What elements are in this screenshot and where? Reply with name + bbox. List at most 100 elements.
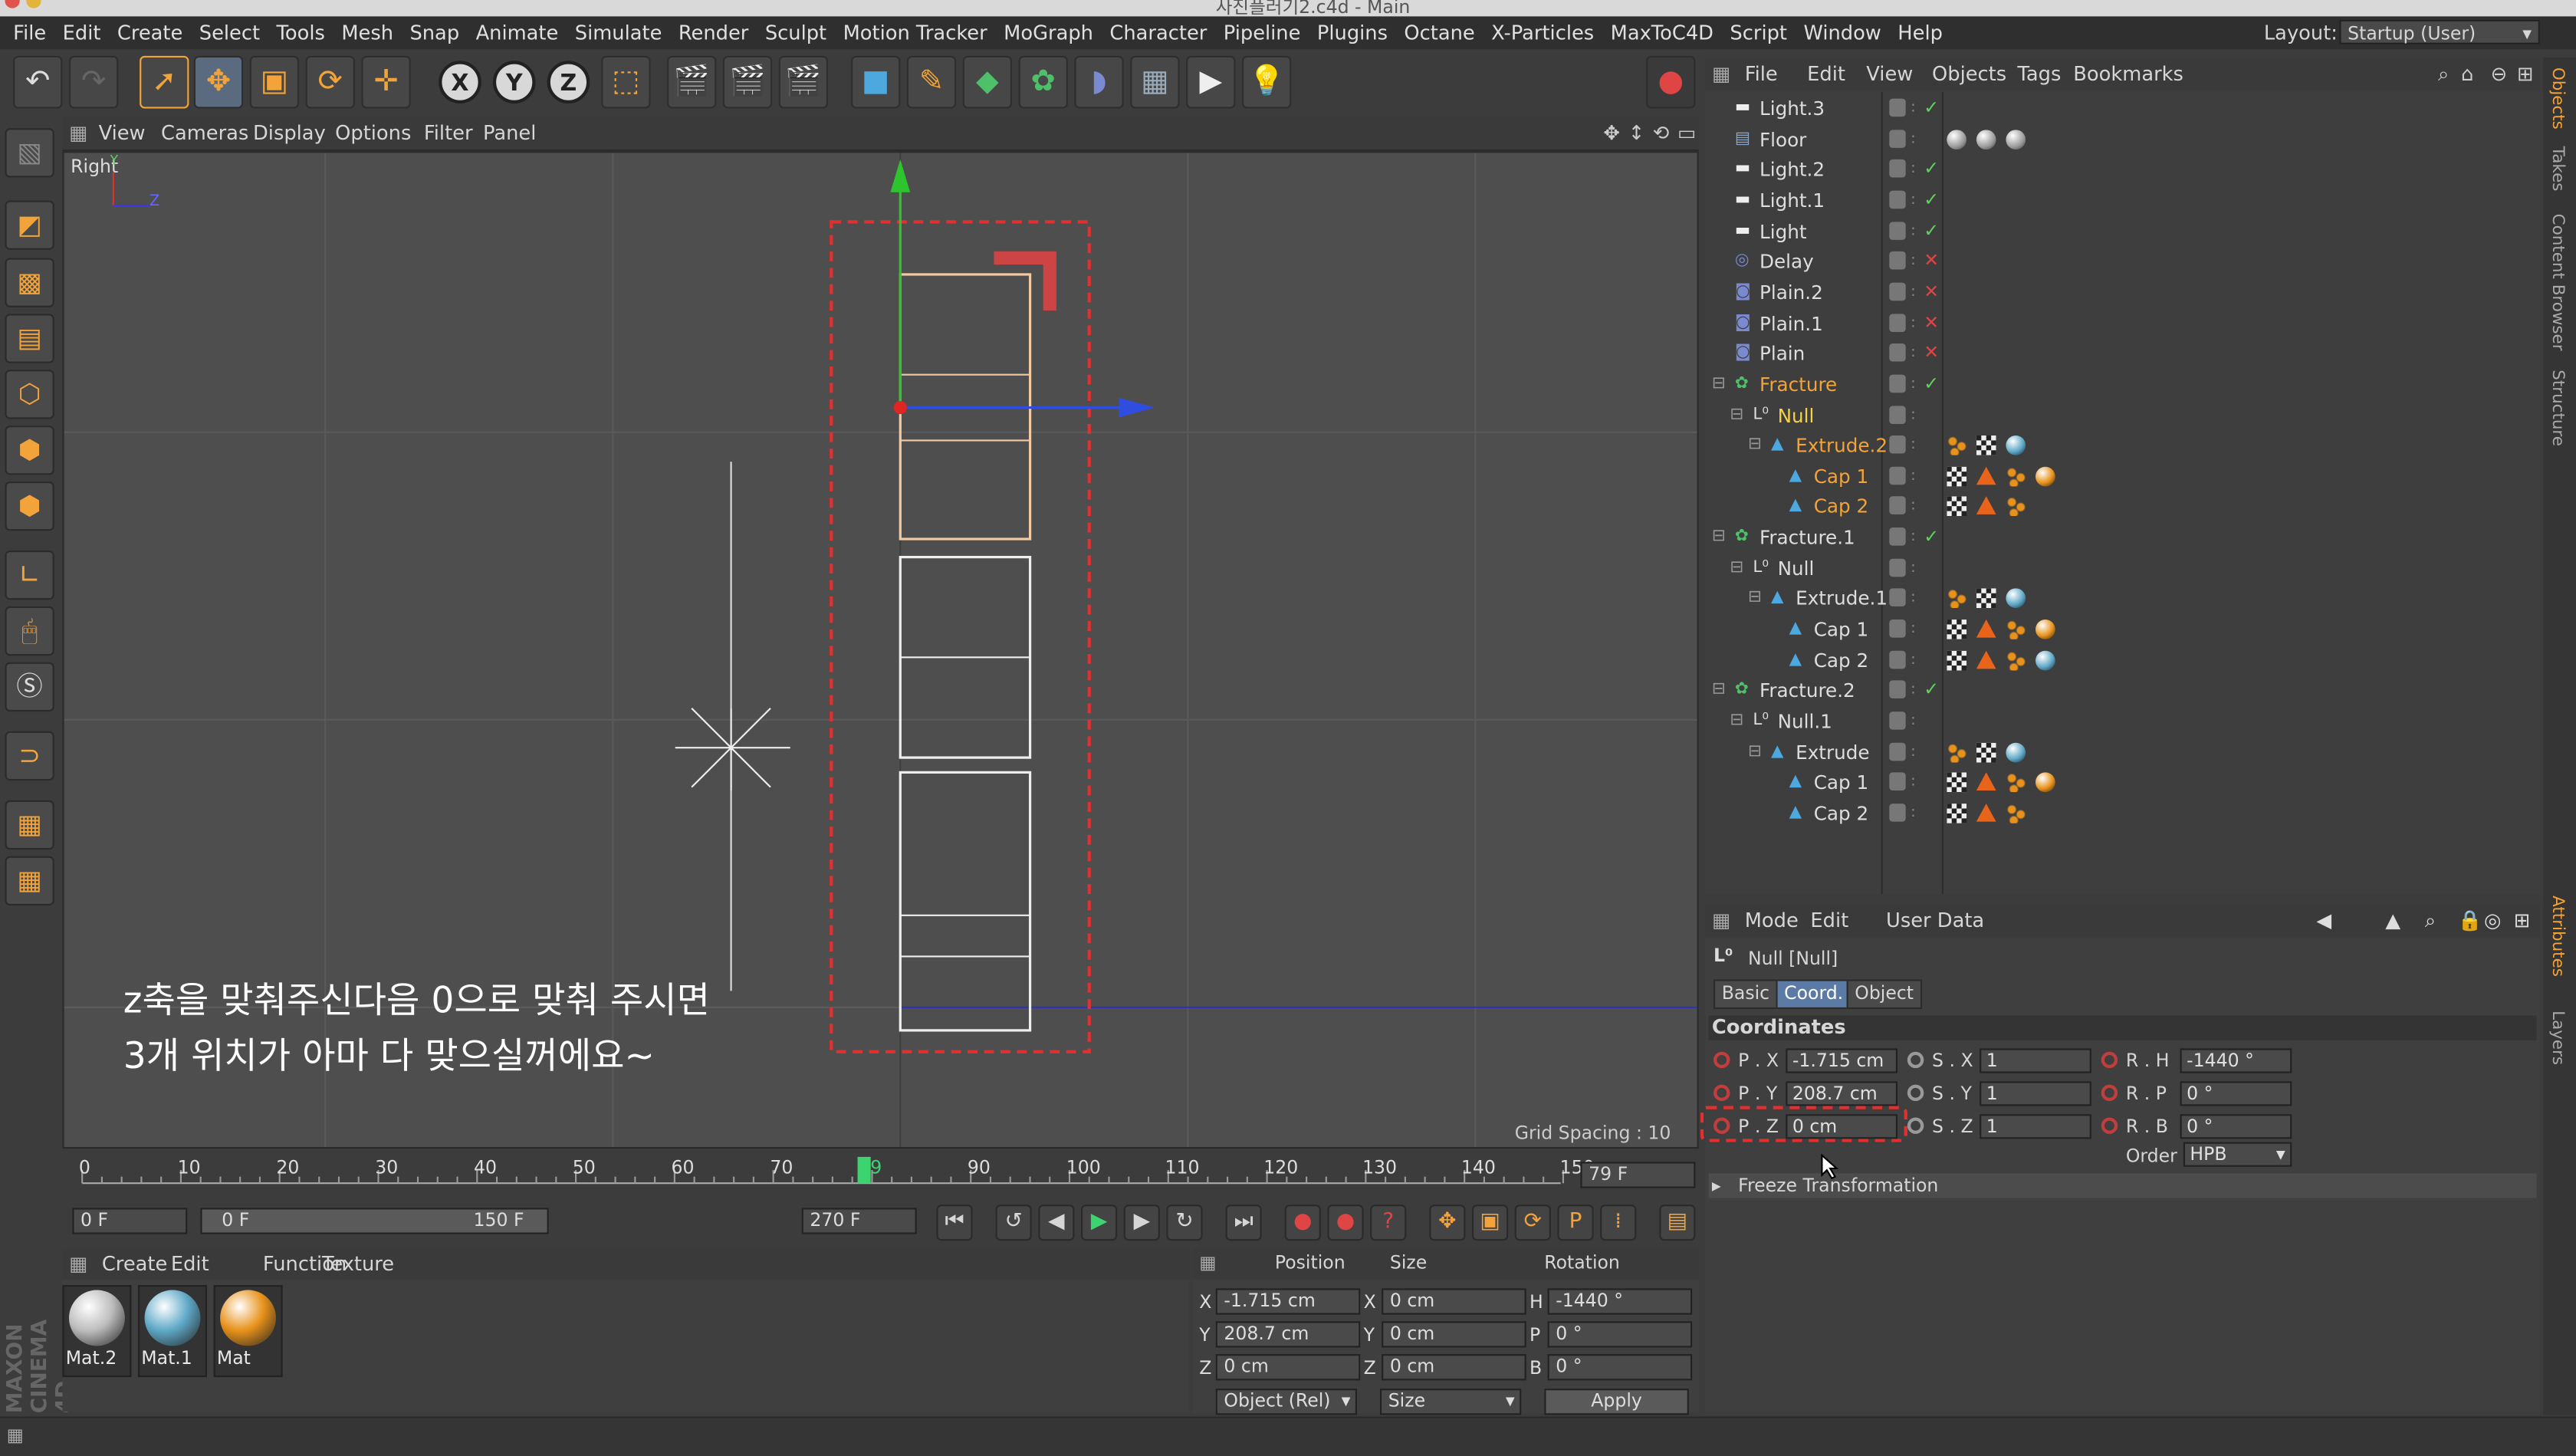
menu-animate[interactable]: Animate [468,18,567,48]
start-frame-field[interactable]: 0 F [72,1208,188,1234]
cloner-icon[interactable]: ✿ [1018,55,1068,109]
coord-size-field[interactable]: 0 cm [1382,1288,1526,1315]
rotate-tool-icon[interactable]: ⟳ [305,55,355,109]
rotation-order-select[interactable]: HPB ▾ [2183,1142,2292,1167]
tag-checker-icon[interactable] [1976,589,1996,609]
tag-grey-icon[interactable] [2006,129,2026,150]
previous-frame-icon[interactable]: ◀ [1038,1205,1075,1241]
material-swatch[interactable]: Mat [213,1285,283,1378]
tree-expand-icon[interactable]: ⊟ [1712,676,1726,706]
tag-checker-icon[interactable] [1976,742,1996,762]
apply-button[interactable]: Apply [1544,1389,1689,1415]
layer-icon[interactable] [1889,313,1906,331]
tag-tri-icon[interactable] [1976,497,1996,515]
menu-pipeline[interactable]: Pipeline [1215,18,1309,48]
attr-tab-coord[interactable]: Coord. [1776,979,1852,1010]
position-field[interactable]: 208.7 cm [1786,1081,1898,1106]
timeline-window-icon[interactable]: ▤ [1659,1205,1696,1241]
timeline-ruler[interactable]: 0102030405060707990100110120130140150 [76,1154,1595,1193]
workplane-lock-icon[interactable]: ▦ [5,800,54,850]
side-tab-attributes[interactable]: Attributes [2548,896,2567,977]
material-menu-edit[interactable]: Edit [171,1249,209,1279]
coord-position-field[interactable]: 0 cm [1215,1354,1361,1381]
layer-icon[interactable] [1889,159,1906,179]
next-key-icon[interactable]: ↻ [1166,1205,1203,1241]
coord-position-field[interactable]: 208.7 cm [1215,1321,1361,1348]
tag-tri-icon[interactable] [1976,650,1996,669]
menu-snap[interactable]: Snap [402,18,468,48]
layer-icon[interactable] [1889,558,1906,577]
visibility-dots-icon[interactable]: : [1911,768,1916,798]
object-menu-edit[interactable]: Edit [1807,58,1845,90]
tag-dots-icon[interactable] [1947,435,1967,456]
menu-create[interactable]: Create [109,18,191,48]
layer-icon[interactable] [1889,435,1906,454]
tag-dots-icon[interactable] [2006,497,2026,517]
home-icon[interactable]: ⌂ [2461,58,2473,90]
viewport-menu-options[interactable]: Options [335,117,411,150]
material-menu-create[interactable]: Create [102,1249,167,1279]
object-row[interactable]: ⊟ ▲ Extrude: [1705,738,2540,767]
minimize-window-icon[interactable] [26,0,41,8]
key-parameter-icon[interactable]: P [1557,1205,1594,1241]
layer-icon[interactable] [1889,589,1906,607]
enabled-status-icon[interactable]: ✓ [1924,186,1939,215]
coordinate-system-icon[interactable]: ⬚ [601,55,651,109]
tree-expand-icon[interactable]: ⊟ [1712,523,1726,553]
side-tab-takes[interactable]: Takes [2548,146,2567,192]
visibility-dots-icon[interactable]: : [1911,339,1916,369]
enabled-status-icon[interactable]: ✓ [1924,676,1939,706]
menu-mesh[interactable]: Mesh [334,18,402,48]
object-row[interactable]: ▲ Cap 2: [1705,799,2540,829]
enabled-status-icon[interactable]: ✕ [1924,308,1939,338]
position-field[interactable]: -1.715 cm [1786,1048,1898,1073]
object-row[interactable]: ⊟ ✿ Fracture.1: ✓ [1705,523,2540,553]
tag-orange-icon[interactable] [2036,466,2055,486]
menu-tools[interactable]: Tools [268,18,334,48]
render-settings-icon[interactable]: 🎬 [778,55,828,109]
keyframe-radio-icon[interactable] [2101,1051,2118,1069]
keyframe-radio-icon[interactable] [1907,1051,1924,1069]
object-row[interactable]: ⊟ ✿ Fracture: ✓ [1705,370,2540,399]
rotation-field[interactable]: 0 ° [2180,1114,2292,1139]
visibility-dots-icon[interactable]: : [1911,676,1916,706]
object-row[interactable]: ▤ Floor: [1705,124,2540,154]
scale-field[interactable]: 1 [1980,1048,2091,1073]
end-frame-field[interactable]: 270 F [801,1208,917,1234]
layer-icon[interactable] [1889,466,1906,485]
previous-key-icon[interactable]: ↺ [995,1205,1032,1241]
menu-character[interactable]: Character [1102,18,1215,48]
search-icon[interactable]: ⌕ [2425,904,2436,937]
object-row[interactable]: ◙ Plain: ✕ [1705,339,2540,369]
tag-checker-icon[interactable] [1947,620,1967,639]
select-cursor-icon[interactable]: ➚ [140,55,189,109]
side-tab-structure[interactable]: Structure [2548,370,2567,446]
object-row[interactable]: ⊟ ✿ Fracture.2: ✓ [1705,676,2540,706]
tag-dots-icon[interactable] [2006,803,2026,823]
menu-simulate[interactable]: Simulate [567,18,670,48]
tag-tri-icon[interactable] [1976,466,1996,485]
visibility-dots-icon[interactable]: : [1911,124,1916,154]
undo-icon[interactable]: ↶ [13,55,63,109]
layer-icon[interactable] [1889,742,1906,761]
viewport-nav-move-icon[interactable]: ✥ [1603,117,1620,150]
menu-x-particles[interactable]: X-Particles [1483,18,1602,48]
tag-orange-icon[interactable] [2036,620,2055,639]
viewport-menu-display[interactable]: Display [253,117,326,150]
visibility-dots-icon[interactable]: : [1911,646,1916,675]
z-axis-lock-icon[interactable]: Z [547,61,590,104]
object-row[interactable]: ▲ Cap 2: [1705,492,2540,522]
tag-checker-icon[interactable] [1947,773,1967,793]
attribute-menu-edit[interactable]: Edit [1810,904,1848,937]
frame-range-slider[interactable]: 0 F 150 F [200,1208,549,1234]
coord-rotation-field[interactable]: 0 ° [1547,1321,1693,1348]
tag-tri-icon[interactable] [1976,773,1996,791]
search-icon[interactable]: ⌕ [2438,58,2449,90]
light-bulb-icon[interactable]: 💡 [1242,55,1292,109]
keyframe-radio-icon[interactable] [1714,1117,1730,1134]
rotation-field[interactable]: -1440 ° [2180,1048,2292,1073]
visibility-dots-icon[interactable]: : [1911,278,1916,307]
object-row[interactable]: ▬ Light.1: ✓ [1705,186,2540,215]
edges-mode-icon[interactable]: ⬢ [5,426,54,475]
axis-mode-icon[interactable]: ∟ [5,551,54,600]
